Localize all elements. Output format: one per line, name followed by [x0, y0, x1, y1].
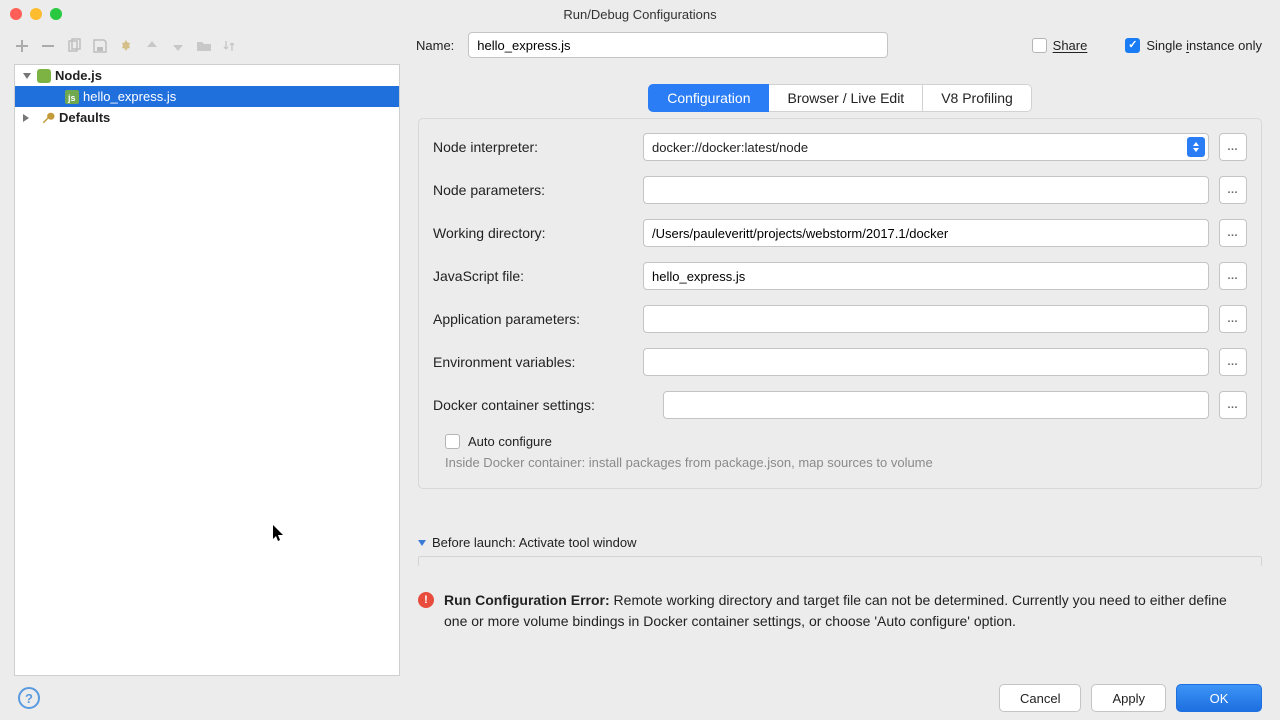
minimize-window-icon[interactable] [30, 8, 42, 20]
window-controls [10, 8, 62, 20]
name-label: Name: [416, 38, 454, 53]
node-interpreter-browse-button[interactable]: … [1219, 133, 1247, 161]
chevron-down-icon [23, 73, 31, 79]
wrench-icon [41, 111, 55, 125]
docker-settings-input[interactable] [663, 391, 1209, 419]
application-parameters-expand-button[interactable]: … [1219, 305, 1247, 333]
close-window-icon[interactable] [10, 8, 22, 20]
config-tree[interactable]: Node.js js hello_express.js Defaults [14, 64, 400, 676]
ok-button[interactable]: OK [1176, 684, 1262, 712]
add-icon[interactable] [14, 38, 30, 54]
tab-configuration[interactable]: Configuration [648, 84, 769, 112]
application-parameters-input[interactable] [643, 305, 1209, 333]
error-block: ! Run Configuration Error: Remote workin… [418, 590, 1262, 632]
error-text: Run Configuration Error: Remote working … [444, 590, 1254, 632]
share-label: Share [1053, 38, 1088, 53]
docker-hint: Inside Docker container: install package… [433, 455, 1247, 470]
environment-variables-browse-button[interactable]: … [1219, 348, 1247, 376]
tree-node-nodejs[interactable]: Node.js [15, 65, 399, 86]
docker-settings-label: Docker container settings: [433, 397, 653, 413]
node-parameters-input[interactable] [643, 176, 1209, 204]
node-interpreter-select[interactable]: docker://docker:latest/node [643, 133, 1209, 161]
tree-node-defaults[interactable]: Defaults [15, 107, 399, 128]
dialog-footer: ? Cancel Apply OK [0, 676, 1280, 720]
sort-icon[interactable] [222, 38, 238, 54]
chevron-right-icon [23, 114, 33, 122]
application-parameters-label: Application parameters: [433, 311, 633, 327]
node-interpreter-value: docker://docker:latest/node [652, 140, 808, 155]
auto-configure-checkbox[interactable] [445, 434, 460, 449]
node-parameters-expand-button[interactable]: … [1219, 176, 1247, 204]
single-instance-label: Single instance only [1146, 38, 1262, 53]
tree-label: hello_express.js [83, 89, 176, 104]
before-launch-list[interactable] [418, 556, 1262, 566]
save-icon[interactable] [92, 38, 108, 54]
tab-browser-live-edit[interactable]: Browser / Live Edit [769, 84, 923, 112]
javascript-file-label: JavaScript file: [433, 268, 633, 284]
error-icon: ! [418, 592, 434, 608]
select-arrows-icon [1187, 137, 1205, 157]
environment-variables-input[interactable] [643, 348, 1209, 376]
svg-text:js: js [67, 93, 76, 103]
tabs: Configuration Browser / Live Edit V8 Pro… [418, 84, 1262, 112]
titlebar: Run/Debug Configurations [0, 0, 1280, 28]
run-config-icon: js [65, 90, 79, 104]
working-directory-browse-button[interactable]: … [1219, 219, 1247, 247]
tab-v8-profiling[interactable]: V8 Profiling [923, 84, 1032, 112]
working-directory-label: Working directory: [433, 225, 633, 241]
help-icon[interactable]: ? [18, 687, 40, 709]
node-interpreter-label: Node interpreter: [433, 139, 633, 155]
folder-icon[interactable] [196, 38, 212, 54]
tree-label: Defaults [59, 110, 110, 125]
javascript-file-browse-button[interactable]: … [1219, 262, 1247, 290]
name-input[interactable] [468, 32, 888, 58]
single-instance-checkbox[interactable]: ✓ [1125, 38, 1140, 53]
config-editor: Name: Share ✓ Single instance only Confi… [400, 64, 1280, 676]
remove-icon[interactable] [40, 38, 56, 54]
node-parameters-label: Node parameters: [433, 182, 633, 198]
edit-defaults-icon[interactable] [118, 38, 134, 54]
window-title: Run/Debug Configurations [0, 7, 1280, 22]
zoom-window-icon[interactable] [50, 8, 62, 20]
tree-label: Node.js [55, 68, 102, 83]
chevron-down-icon [418, 540, 426, 546]
apply-button[interactable]: Apply [1091, 684, 1166, 712]
tree-node-hello-express[interactable]: js hello_express.js [15, 86, 399, 107]
working-directory-input[interactable] [643, 219, 1209, 247]
share-checkbox[interactable] [1032, 38, 1047, 53]
cancel-button[interactable]: Cancel [999, 684, 1081, 712]
auto-configure-label: Auto configure [468, 434, 552, 449]
cursor-icon [273, 525, 285, 543]
environment-variables-label: Environment variables: [433, 354, 633, 370]
move-up-icon[interactable] [144, 38, 160, 54]
before-launch-label: Before launch: Activate tool window [432, 535, 637, 550]
copy-icon[interactable] [66, 38, 82, 54]
docker-settings-browse-button[interactable]: … [1219, 391, 1247, 419]
move-down-icon[interactable] [170, 38, 186, 54]
configuration-panel: Node interpreter: docker://docker:latest… [418, 118, 1262, 489]
javascript-file-input[interactable] [643, 262, 1209, 290]
before-launch-section[interactable]: Before launch: Activate tool window [418, 535, 1262, 550]
nodejs-icon [37, 69, 51, 83]
